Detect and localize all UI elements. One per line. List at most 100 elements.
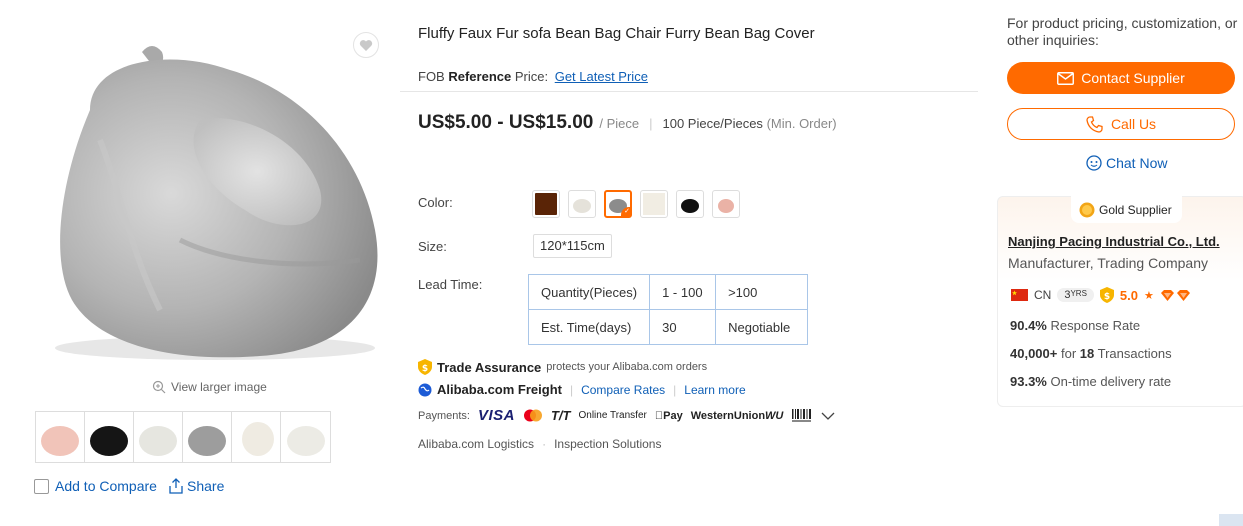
star-icon: ★ xyxy=(1144,289,1154,302)
svg-text:$: $ xyxy=(1104,292,1110,302)
transactions-for: for xyxy=(1060,346,1077,361)
swatch-black[interactable] xyxy=(676,190,704,218)
swatch-white-fluffy[interactable] xyxy=(568,190,596,218)
product-title: Fluffy Faux Fur sofa Bean Bag Chair Furr… xyxy=(418,25,815,42)
company-name-link[interactable]: Nanjing Pacing Industrial Co., Ltd. xyxy=(1008,234,1220,249)
visa-logo: VISA xyxy=(477,407,515,424)
trade-assurance-desc: protects your Alibaba.com orders xyxy=(546,361,708,373)
table-row: Quantity(Pieces) 1 - 100 >100 xyxy=(527,274,809,310)
western-union-text: WesternUnion xyxy=(682,409,765,422)
compare-checkbox[interactable] xyxy=(34,478,49,494)
table-cell: >100 xyxy=(715,274,809,310)
years-badge: 3YRS xyxy=(1057,288,1094,302)
response-rate-label: Response Rate xyxy=(1050,318,1141,333)
response-rate: 90.4% Response Rate xyxy=(1010,318,1140,333)
china-flag-icon xyxy=(1011,289,1028,301)
transactions-label: Transactions xyxy=(1097,346,1172,361)
swatch-cream[interactable] xyxy=(640,190,668,218)
fob-bold: Reference xyxy=(448,69,512,84)
compare-rates-link[interactable]: Compare Rates xyxy=(581,383,665,397)
learn-more-link[interactable]: Learn more xyxy=(684,383,745,397)
favorite-heart-icon[interactable] xyxy=(353,32,379,58)
thumbnail-4[interactable] xyxy=(183,412,232,462)
trade-assurance-title[interactable]: Trade Assurance xyxy=(437,360,541,375)
get-latest-price-link[interactable]: Get Latest Price xyxy=(555,69,648,84)
online-transfer-logo: Online Transfer xyxy=(578,410,647,421)
view-larger-label: View larger image xyxy=(171,380,267,394)
verified-shield-icon: $ xyxy=(1099,287,1114,303)
mastercard-icon xyxy=(523,409,542,422)
contact-supplier-button[interactable]: Contact Supplier xyxy=(1007,62,1235,94)
payments-label: Payments: xyxy=(418,409,470,422)
swatch-pink[interactable] xyxy=(712,190,740,218)
add-to-compare-label: Add to Compare xyxy=(55,478,157,494)
price-range: US$5.00 - US$15.00 xyxy=(418,112,594,133)
diamond-icon xyxy=(1160,289,1190,301)
company-type: Manufacturer, Trading Company xyxy=(1008,255,1208,271)
fob-price-row: FOB Reference Price: Get Latest Price xyxy=(418,69,648,84)
price-separator: | xyxy=(649,116,653,131)
transactions-count: 18 xyxy=(1079,346,1095,361)
thumbnail-1[interactable] xyxy=(36,412,85,462)
table-cell: Est. Time(days) xyxy=(527,309,651,345)
call-us-label: Call Us xyxy=(1110,116,1157,132)
share-button[interactable]: Share xyxy=(168,478,224,494)
lead-time-table: Quantity(Pieces) 1 - 100 >100 Est. Time(… xyxy=(527,274,809,345)
inspection-link[interactable]: Inspection Solutions xyxy=(554,437,661,451)
thumbnail-5[interactable] xyxy=(232,412,281,462)
transactions-value: 40,000+ xyxy=(1010,346,1058,361)
view-larger-image-link[interactable]: View larger image xyxy=(152,380,267,394)
chevron-down-icon[interactable] xyxy=(821,411,835,421)
apple-pay-logo: Pay xyxy=(655,410,683,422)
swatch-brown[interactable] xyxy=(532,190,560,218)
boleto-icon xyxy=(792,409,812,422)
table-cell: 30 xyxy=(649,309,717,345)
apple-icon:  xyxy=(655,410,663,422)
service-links: Alibaba.com Logistics · Inspection Solut… xyxy=(418,437,661,451)
divider xyxy=(400,91,978,92)
gold-medal-icon xyxy=(1079,202,1095,217)
moq-label: (Min. Order) xyxy=(766,116,837,131)
size-option[interactable]: 120*115cm xyxy=(533,234,612,258)
fob-suffix: Price: xyxy=(514,69,549,84)
on-time-value: 93.3% xyxy=(1010,374,1047,389)
gold-supplier-badge: Gold Supplier xyxy=(1071,196,1182,223)
thumbnail-6[interactable] xyxy=(281,412,330,462)
trade-assurance-row: $ Trade Assurance protects your Alibaba.… xyxy=(418,359,707,375)
on-time-delivery: 93.3% On-time delivery rate xyxy=(1010,374,1171,389)
thumbnail-2[interactable] xyxy=(85,412,134,462)
thumbnail-strip xyxy=(35,411,331,463)
add-to-compare[interactable]: Add to Compare xyxy=(34,478,157,494)
separator: | xyxy=(569,382,574,397)
transactions: 40,000+ for 18 Transactions xyxy=(1010,346,1172,361)
thumbnail-3[interactable] xyxy=(134,412,183,462)
chat-icon xyxy=(1086,155,1102,171)
country-code: CN xyxy=(1034,288,1052,302)
selected-check-icon: ✓ xyxy=(621,207,631,217)
color-label: Color: xyxy=(418,195,453,210)
color-swatches: ✓ xyxy=(532,190,740,218)
contact-supplier-label: Contact Supplier xyxy=(1081,70,1185,86)
tt-logo: T/T xyxy=(550,408,571,423)
moq-value: 100 Piece/Pieces xyxy=(662,116,763,131)
call-us-button[interactable]: Call Us xyxy=(1007,108,1235,140)
logistics-link[interactable]: Alibaba.com Logistics xyxy=(418,437,534,451)
main-product-image[interactable] xyxy=(30,30,390,370)
wu-text: WU xyxy=(756,409,783,422)
phone-icon xyxy=(1086,115,1103,133)
scroll-widget[interactable] xyxy=(1219,514,1243,526)
western-union-logo: WesternUnionWU xyxy=(691,410,784,422)
payments-row: Payments: VISA T/T Online Transfer Pay … xyxy=(418,407,835,424)
on-time-label: On-time delivery rate xyxy=(1050,374,1172,389)
table-cell: Quantity(Pieces) xyxy=(527,274,651,310)
separator: | xyxy=(673,382,677,397)
chat-now-button[interactable]: Chat Now xyxy=(1086,155,1167,171)
trade-assurance-icon: $ xyxy=(418,359,432,375)
min-order: 100 Piece/Pieces (Min. Order) xyxy=(662,116,836,131)
chat-now-label: Chat Now xyxy=(1106,155,1168,171)
years-unit: YRS xyxy=(1070,289,1087,298)
apple-pay-text: Pay xyxy=(654,409,683,422)
swatch-grey[interactable]: ✓ xyxy=(604,190,632,218)
inquiry-text: For product pricing, customization, or o… xyxy=(1007,15,1238,48)
price-row: US$5.00 - US$15.00 / Piece | 100 Piece/P… xyxy=(418,112,837,134)
